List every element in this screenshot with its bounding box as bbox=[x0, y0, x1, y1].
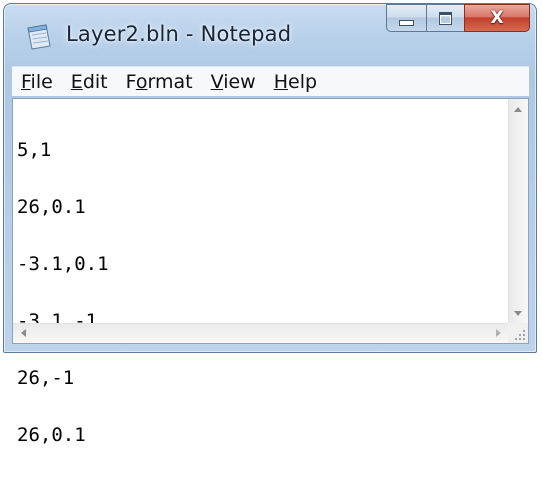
close-icon: X bbox=[490, 8, 504, 28]
title-bar[interactable]: Layer2.bln - Notepad X bbox=[4, 4, 536, 64]
maximize-icon bbox=[439, 11, 452, 25]
caption-buttons: X bbox=[386, 4, 530, 34]
vertical-scrollbar[interactable] bbox=[508, 99, 528, 324]
scroll-left-arrow-icon[interactable] bbox=[21, 329, 26, 337]
minimize-icon bbox=[399, 20, 414, 26]
text-line: 26,-1 bbox=[17, 367, 75, 389]
menu-file[interactable]: File bbox=[12, 67, 62, 97]
menu-bar: File Edit Format View Help bbox=[12, 66, 529, 96]
horizontal-scrollbar[interactable] bbox=[13, 323, 509, 343]
notepad-window: Layer2.bln - Notepad X File Edit Format … bbox=[3, 3, 537, 445]
menu-help[interactable]: Help bbox=[265, 67, 326, 97]
notepad-icon[interactable] bbox=[24, 22, 54, 52]
scroll-down-arrow-icon[interactable] bbox=[514, 311, 522, 316]
text-editor[interactable]: 5,1 26,0.1 -3.1,0.1 -3.1,-1 26,-1 26,0.1 bbox=[13, 99, 509, 445]
maximize-button[interactable] bbox=[426, 4, 464, 32]
window-title: Layer2.bln - Notepad bbox=[66, 22, 292, 46]
resize-grip-icon[interactable] bbox=[508, 323, 528, 343]
menu-view[interactable]: View bbox=[202, 67, 265, 97]
menu-edit[interactable]: Edit bbox=[62, 67, 117, 97]
text-line: 26,0.1 bbox=[17, 424, 86, 446]
editor-client-area: 5,1 26,0.1 -3.1,0.1 -3.1,-1 26,-1 26,0.1 bbox=[12, 98, 529, 445]
text-line: -3.1,0.1 bbox=[17, 253, 109, 275]
scroll-right-arrow-icon[interactable] bbox=[496, 329, 501, 337]
scroll-up-arrow-icon[interactable] bbox=[514, 107, 522, 112]
text-line: 5,1 bbox=[17, 139, 52, 161]
text-line: 26,0.1 bbox=[17, 196, 86, 218]
minimize-button[interactable] bbox=[386, 4, 426, 32]
close-button[interactable]: X bbox=[464, 4, 530, 32]
menu-format[interactable]: Format bbox=[117, 67, 202, 97]
